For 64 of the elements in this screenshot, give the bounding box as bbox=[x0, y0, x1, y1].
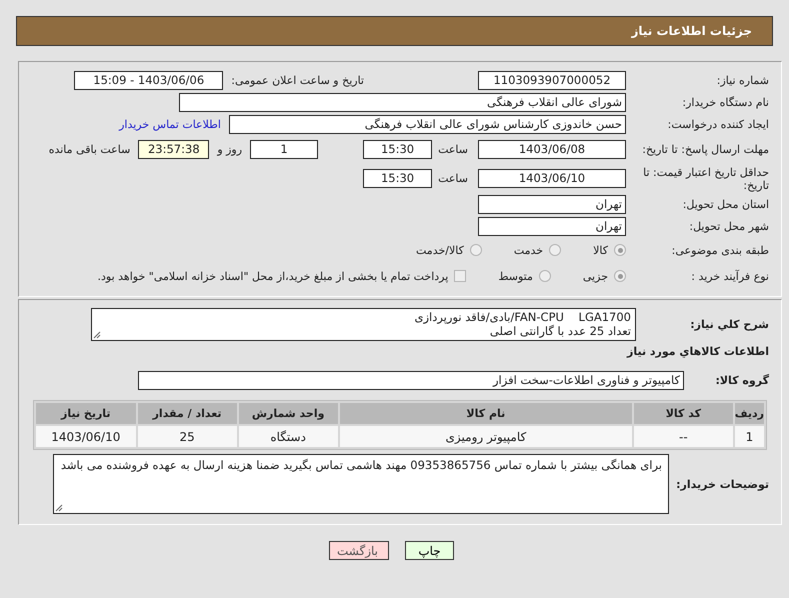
validity-time-field: 15:30 bbox=[363, 169, 432, 188]
checkbox-label: پرداخت تمام یا بخشی از مبلغ خرید،از محل "اسناد خزانه اسلامی" خواهد بود. bbox=[98, 270, 448, 282]
description-line: FAN-CPU LGA1700/بادی/فاقد نورپردازی bbox=[413, 310, 631, 324]
field-label: ساعت باقی مانده bbox=[48, 143, 130, 156]
days-field: 1 bbox=[250, 140, 318, 159]
field-label: استان محل تحویل: bbox=[682, 198, 769, 210]
field-label: شهر محل تحویل: bbox=[688, 220, 769, 232]
column-header: نام کالا bbox=[340, 403, 632, 424]
remaining-time-field: 23:57:38 bbox=[138, 140, 210, 159]
city-field: تهران bbox=[478, 216, 626, 236]
province-field: تهران bbox=[478, 194, 626, 214]
field-label: ایجاد کننده درخواست: bbox=[666, 118, 769, 130]
field-label: تاریخ و ساعت اعلان عمومی: bbox=[231, 74, 364, 86]
column-header: تاریخ نیاز bbox=[36, 403, 136, 424]
contact-info-link[interactable]: اطلاعات تماس خریدار bbox=[119, 118, 221, 130]
page-title: جزئیات اطلاعات نیاز bbox=[631, 24, 752, 38]
radio-button[interactable] bbox=[614, 244, 626, 256]
buyer-notes-field: برای همانگی بیشتر با شماره تماس 09353865756 مهند هاشمی تماس بگیرید ضمنا هزینه ارسال به عهده فروشنده می باشد bbox=[53, 454, 669, 514]
table-cell: -- bbox=[634, 426, 733, 447]
table-cell: 25 bbox=[138, 426, 237, 447]
requester-field: حسن خاندوزی کارشناس شورای عالی انقلاب فرهنگی bbox=[229, 114, 626, 134]
table-cell: 1 bbox=[734, 426, 764, 447]
buyer-org-field: شورای عالی انقلاب فرهنگی bbox=[179, 92, 626, 112]
goods-group-field: کامپیوتر و فناوری اطلاعات-سخت افزار bbox=[138, 370, 684, 390]
option-label: جزیی bbox=[582, 270, 608, 282]
field-label: نام دستگاه خریدار: bbox=[681, 96, 769, 108]
option-label: خدمت bbox=[514, 244, 544, 256]
field-label: ساعت bbox=[438, 172, 468, 185]
option-label: کالا bbox=[593, 244, 608, 256]
description-line: تعداد 25 عدد با گارانتی اصلی bbox=[488, 324, 631, 338]
option-label: متوسط bbox=[498, 270, 533, 282]
radio-button[interactable] bbox=[549, 244, 562, 256]
column-header: تعداد / مقدار bbox=[138, 403, 237, 424]
radio-button[interactable] bbox=[538, 270, 551, 282]
reply-time-field: 15:30 bbox=[363, 140, 432, 159]
field-label: حداقل تاریخ اعتبار قیمت: تا تاریخ: bbox=[642, 166, 769, 192]
table-cell: دستگاه bbox=[238, 426, 338, 447]
field-label: توضیحات خریدار: bbox=[677, 478, 769, 490]
field-label: شماره نیاز: bbox=[716, 74, 769, 86]
field-label: شرح کلي نياز: bbox=[689, 318, 769, 331]
reply-date-field: 1403/06/08 bbox=[478, 140, 626, 159]
column-header: کد کالا bbox=[634, 403, 733, 424]
table-cell: 1403/06/10 bbox=[36, 426, 136, 447]
checkbox[interactable] bbox=[454, 270, 466, 282]
need-number-field: 1103093907000052 bbox=[478, 70, 626, 90]
field-label: طبقه بندی موضوعی: bbox=[670, 244, 769, 256]
section-heading: اطلاعات کالاهاي مورد نياز bbox=[626, 345, 769, 358]
field-label: مهلت ارسال پاسخ: تا تاریخ: bbox=[641, 143, 769, 156]
validity-date-field: 1403/06/10 bbox=[478, 169, 626, 188]
back-button[interactable]: بازگشت bbox=[329, 541, 389, 560]
print-button[interactable]: چاپ bbox=[405, 541, 454, 560]
radio-button[interactable] bbox=[470, 244, 482, 256]
column-header: ردیف bbox=[734, 403, 764, 424]
field-label: نوع فرآیند خرید : bbox=[690, 270, 769, 282]
resize-grip-icon[interactable] bbox=[93, 331, 101, 339]
table-cell: کامپیوتر رومیزی bbox=[340, 426, 632, 447]
field-label: ساعت bbox=[438, 143, 468, 156]
announce-date-field: 1403/06/06 - 15:09 bbox=[74, 70, 224, 90]
field-label: روز و bbox=[217, 143, 242, 156]
option-label: کالا/خدمت bbox=[416, 244, 464, 256]
column-header: واحد شمارش bbox=[238, 403, 338, 424]
radio-button[interactable] bbox=[614, 270, 626, 282]
field-label: گروه کالا: bbox=[714, 374, 769, 386]
resize-grip-icon[interactable] bbox=[55, 504, 63, 512]
